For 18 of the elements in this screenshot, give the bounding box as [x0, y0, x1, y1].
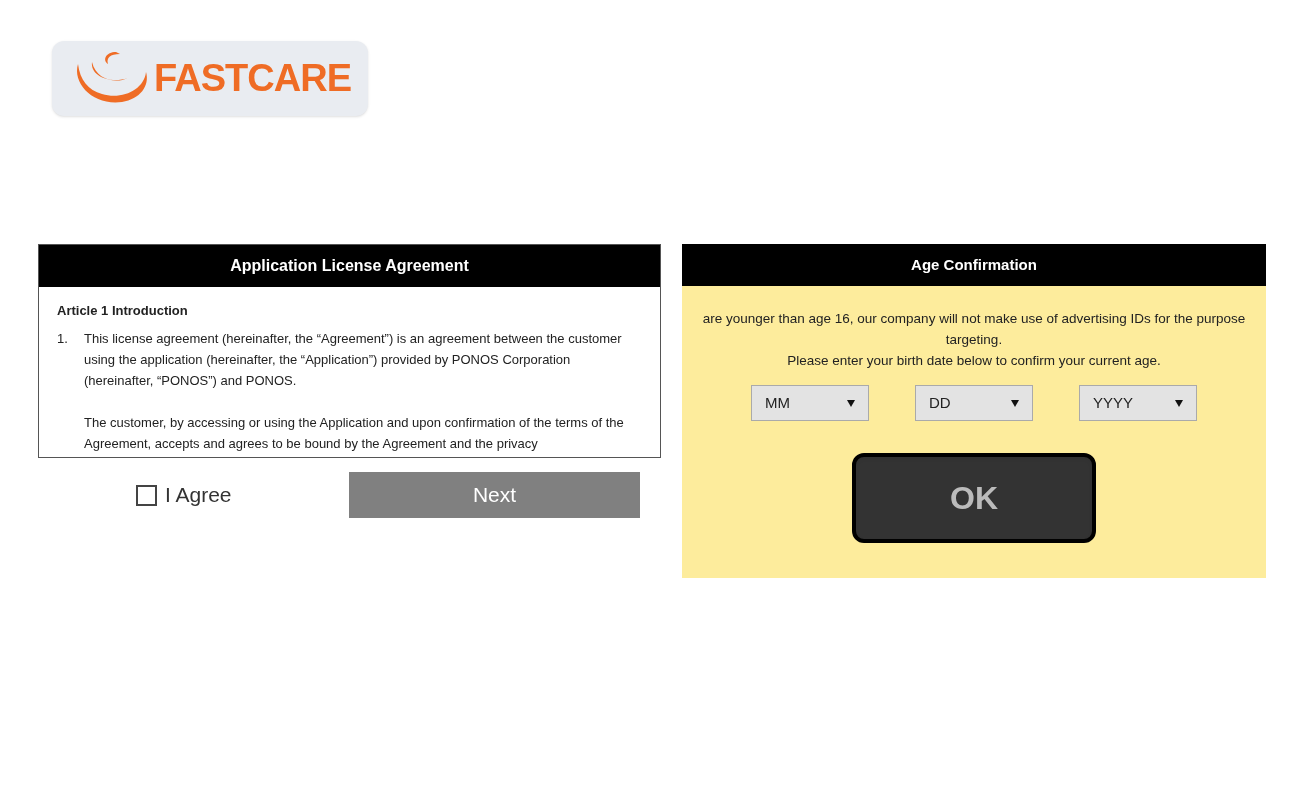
panel-title: Application License Agreement: [230, 256, 469, 276]
caret-icon: [847, 399, 855, 407]
date-select[interactable]: DD: [915, 385, 1033, 421]
caret-icon: [1175, 399, 1183, 407]
panel-title: Age Confirmation: [911, 254, 1037, 275]
age-message: targeting.: [945, 331, 1003, 349]
date-select[interactable]: YYYY: [1079, 385, 1197, 421]
logo-text: FASTCARE: [154, 56, 352, 101]
age-message: Please enter your birth date below to confirm your current age.: [787, 352, 1161, 370]
agreement-paragraph: This license agreement (hereinafter, the “Agreement”) is an agreement between the customer using the application (hereinafter, the “Application”) provided by PONOS Corporation (hereinafter, “PONOS”) and PONOS.: [84, 330, 623, 390]
date-select[interactable]: MM: [751, 385, 869, 421]
list-number: 1.: [57, 330, 69, 348]
ok-button[interactable]: OK: [852, 453, 1096, 543]
age-message: are younger than age 16, our company will not make use of advertising IDs for the purpose: [702, 310, 1246, 328]
article-heading: Article 1 Introduction: [57, 302, 189, 320]
agree-checkbox[interactable]: I Agree: [136, 479, 232, 511]
caret-icon: [1011, 399, 1019, 407]
agreement-paragraph: The customer, by accessing or using the Application and upon confirmation of the terms of the Agreement, accepts and agrees to be bound by the Agreement and the privacy: [84, 414, 625, 453]
